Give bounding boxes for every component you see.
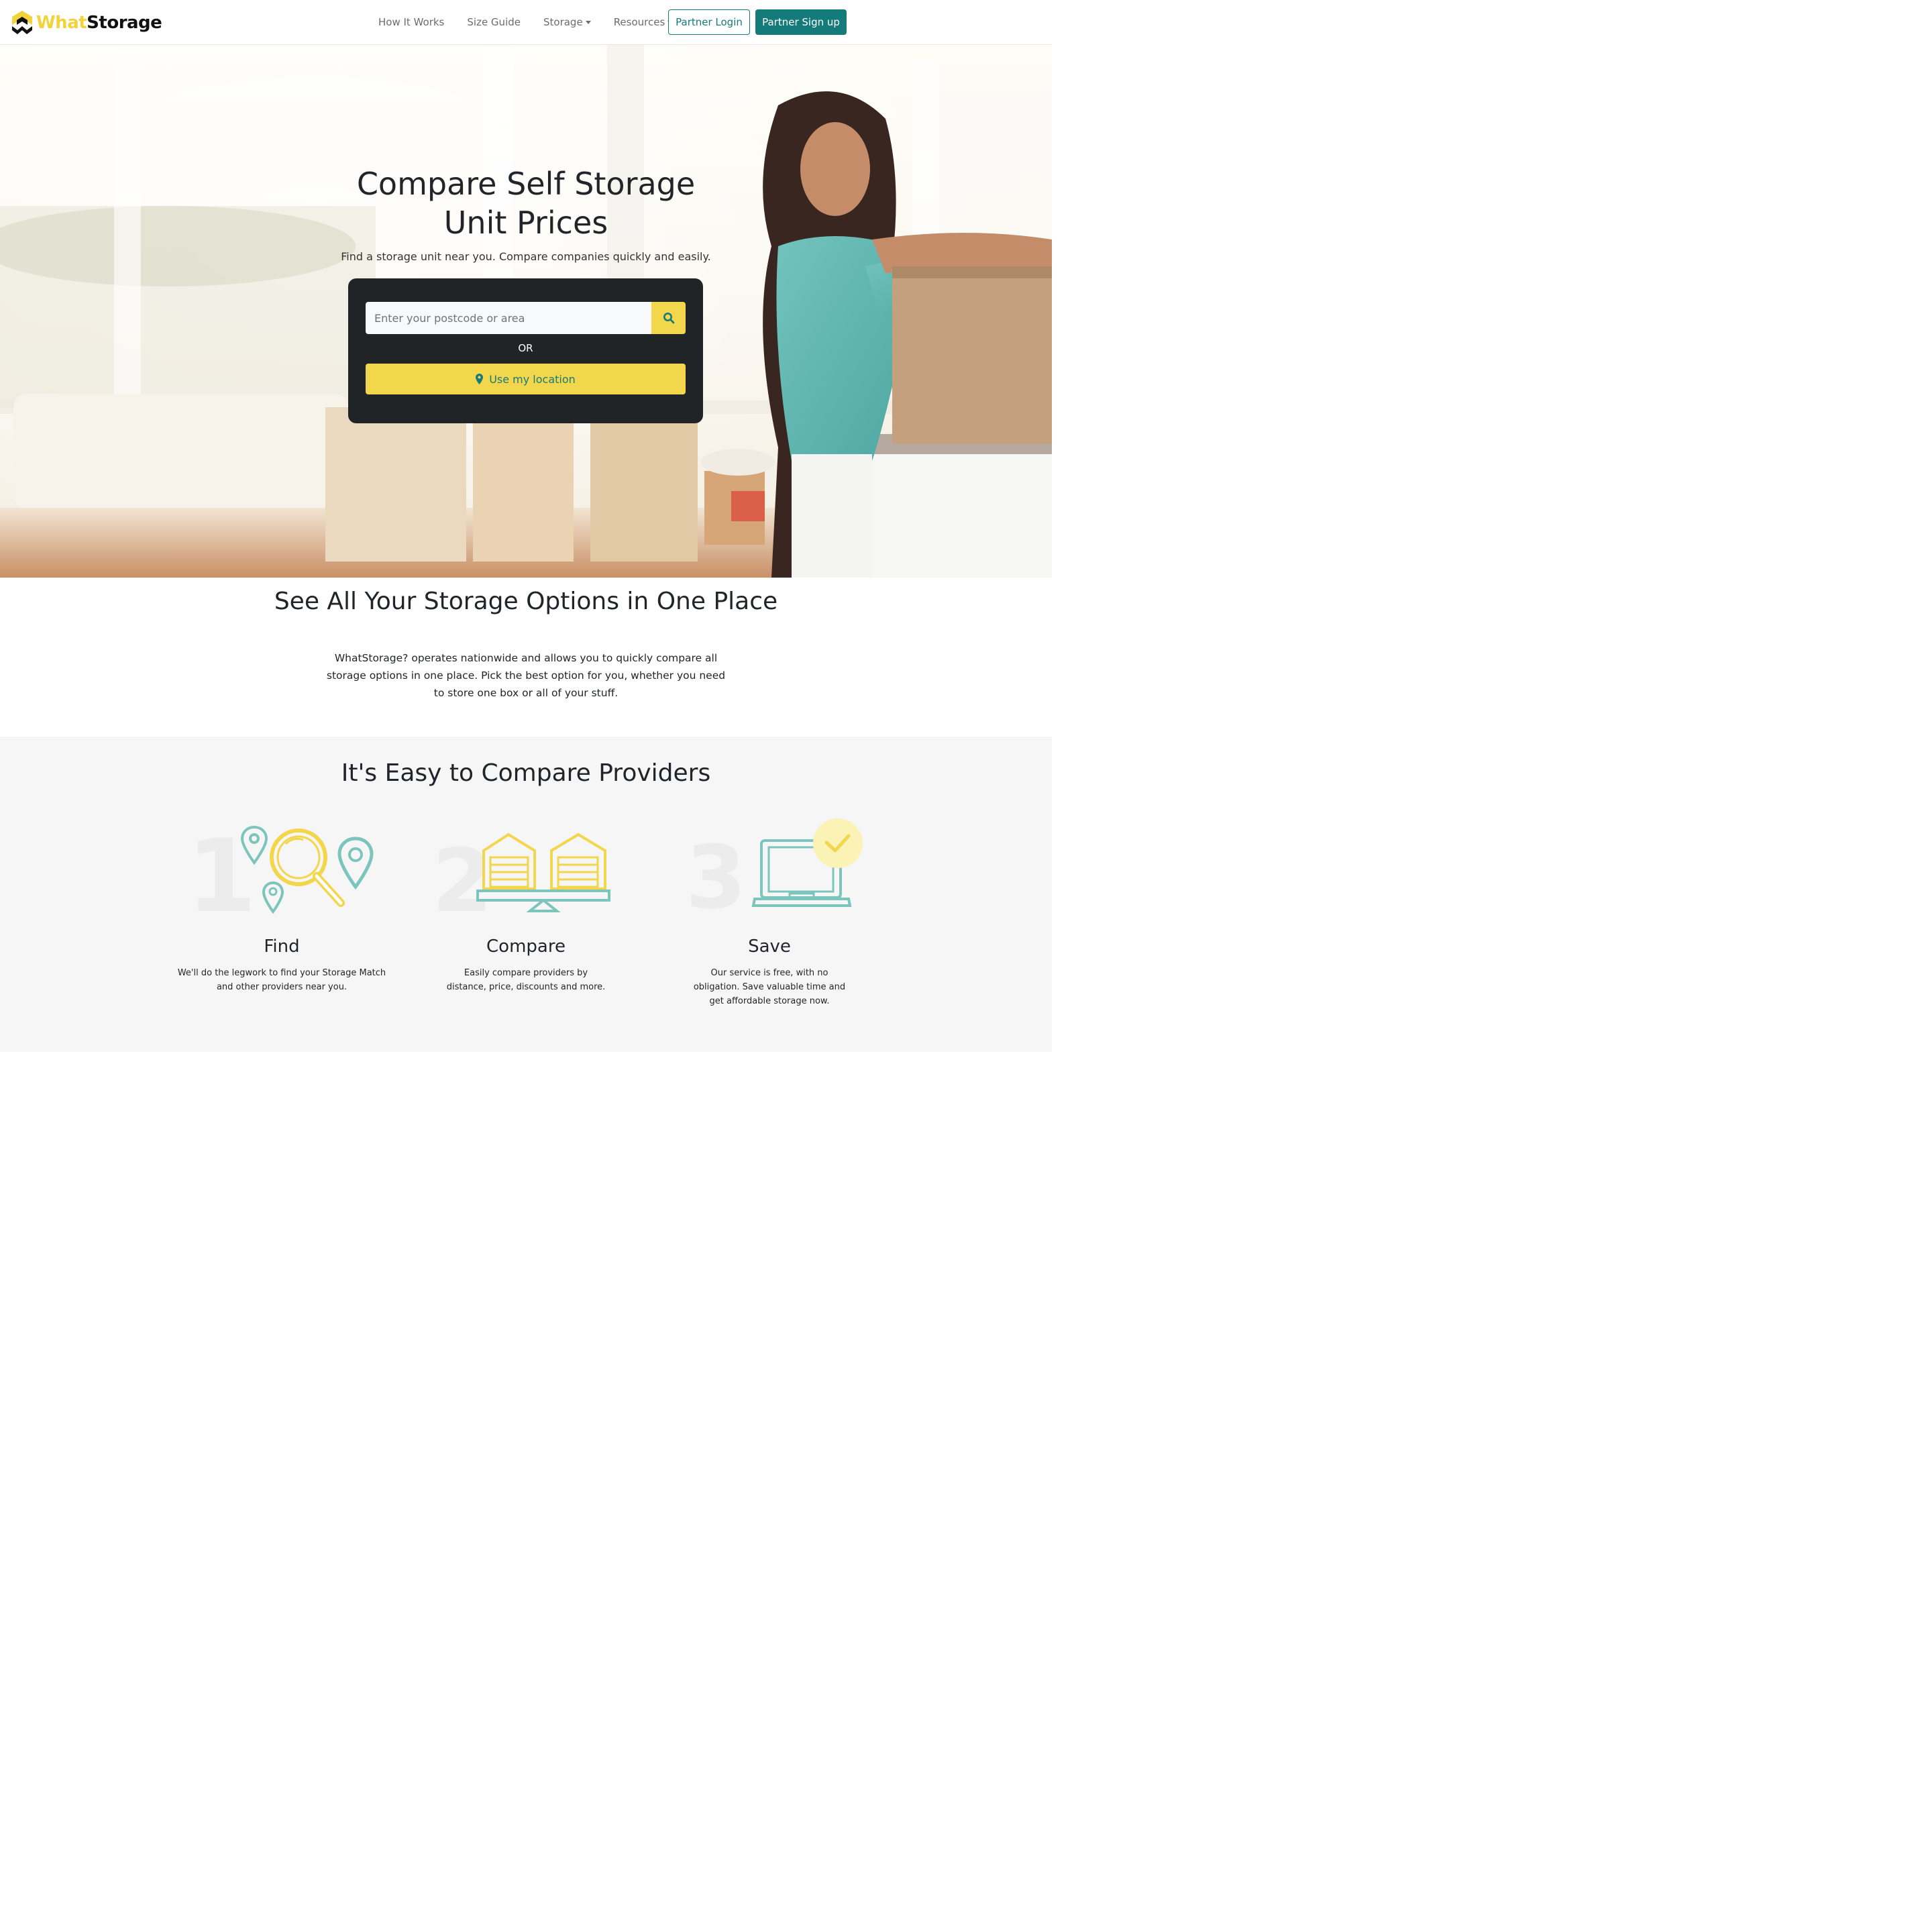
- use-my-location-button[interactable]: Use my location: [366, 364, 686, 394]
- providers-title: It's Easy to Compare Providers: [341, 759, 711, 787]
- search-icon: [663, 313, 674, 324]
- step-text-save: Our service is free, with no obligation.…: [693, 968, 846, 1006]
- logo-icon: [12, 11, 32, 34]
- find-illustration-icon: 1: [186, 818, 374, 924]
- nav-how-it-works[interactable]: How It Works: [378, 16, 444, 28]
- save-illustration-icon: 3: [686, 818, 863, 924]
- step-text-compare: Easily compare providers by distance, pr…: [446, 968, 606, 992]
- brand-logo[interactable]: WhatStorage: [11, 9, 162, 36]
- step-save: 3 Save Our service is free, with no obli…: [649, 817, 890, 1018]
- brand-name: WhatStorage: [36, 13, 162, 33]
- nav-storage-dropdown[interactable]: Storage: [543, 16, 591, 28]
- nav-links: How It Works Size Guide Storage Resource…: [378, 9, 696, 35]
- search-card: OR Use my location: [348, 278, 703, 423]
- navbar: WhatStorage How It Works Size Guide Stor…: [0, 0, 1052, 45]
- step-text-find: We'll do the legwork to find your Storag…: [177, 968, 386, 992]
- map-marker-icon: [476, 374, 484, 384]
- step-find: 1 Find We'll do the legwork to find your…: [161, 817, 402, 1018]
- options-title: See All Your Storage Options in One Plac…: [274, 588, 778, 615]
- or-divider-text: OR: [518, 342, 533, 354]
- step-compare: 2 Compare Easily compare providers by di…: [405, 817, 647, 1018]
- nav-resources-dropdown[interactable]: Resources: [614, 16, 674, 28]
- options-text: WhatStorage? operates nationwide and all…: [326, 652, 726, 699]
- compare-illustration-icon: 2: [432, 830, 610, 924]
- step-title-compare: Compare: [486, 936, 566, 957]
- providers-section: It's Easy to Compare Providers 1 Find We…: [0, 737, 1052, 1052]
- search-button[interactable]: [651, 302, 686, 334]
- nav-size-guide[interactable]: Size Guide: [467, 16, 521, 28]
- hero-subtitle: Find a storage unit near you. Compare co…: [341, 250, 711, 263]
- chevron-down-icon: [585, 21, 591, 24]
- partner-login-button[interactable]: Partner Login: [668, 9, 750, 35]
- partner-signup-button[interactable]: Partner Sign up: [755, 9, 847, 35]
- step-title-save: Save: [748, 936, 791, 957]
- step-number: 3: [686, 826, 746, 924]
- step-number: 1: [186, 818, 256, 924]
- hero-section: Compare Self Storage Unit Prices Find a …: [0, 45, 1052, 578]
- step-title-find: Find: [264, 936, 300, 957]
- use-my-location-label: Use my location: [489, 372, 576, 386]
- postcode-search-input[interactable]: [366, 302, 651, 334]
- hero-title: Compare Self Storage Unit Prices: [356, 166, 696, 241]
